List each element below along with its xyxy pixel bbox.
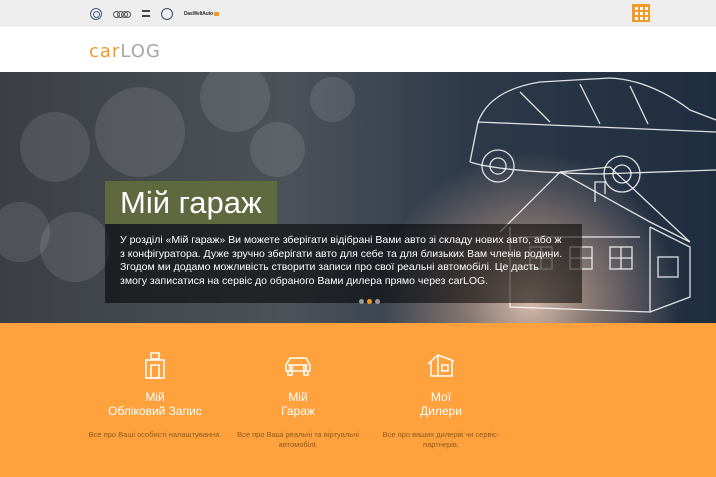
das-weltauto-logo-icon[interactable]: DasWeltAuto <box>184 7 219 21</box>
brand-bar: DasWeltAuto <box>0 0 716 27</box>
feature-my-account[interactable]: Мій Обліковий Запис Все про Ваші особист… <box>80 323 230 477</box>
feature-title: Мій Гараж <box>223 390 373 418</box>
skoda-logo-icon[interactable] <box>142 7 150 21</box>
hero-slider: Мій гараж У розділі «Мій гараж» Ви может… <box>0 72 716 323</box>
audi-logo-icon[interactable] <box>113 7 131 21</box>
bokeh-light <box>95 87 185 177</box>
features-section: Мій Обліковий Запис Все про Ваші особист… <box>0 323 716 477</box>
car-icon <box>285 357 311 376</box>
slider-dot-3[interactable] <box>375 299 380 304</box>
feature-description: Все про Ваші реальні та віртуальні автом… <box>237 430 359 449</box>
feature-title-line1: Мій <box>145 390 165 404</box>
feature-description: Все про ваших дилерів чи сервіс-партнері… <box>382 430 500 449</box>
slider-pagination <box>359 299 380 304</box>
feature-description: Все про Ваші особисті налаштування. <box>88 430 222 439</box>
brand-logos: DasWeltAuto <box>90 7 219 21</box>
feature-title-line2: Обліковий Запис <box>108 404 202 418</box>
site-header: carLOG <box>0 27 716 72</box>
feature-my-garage[interactable]: Мій Гараж Все про Ваші реальні та віртуа… <box>223 323 373 477</box>
grid-menu-icon[interactable] <box>632 4 650 22</box>
feature-title-line2: Дилери <box>420 404 462 418</box>
das-weltauto-text: DasWeltAuto <box>184 11 213 17</box>
person-id-icon <box>145 352 165 379</box>
vw-commercial-logo-icon[interactable] <box>161 7 173 21</box>
bokeh-light <box>200 72 270 132</box>
feature-title-line1: Мій <box>288 390 308 404</box>
bokeh-light <box>20 112 90 182</box>
feature-title: Мої Дилери <box>366 390 516 418</box>
house-icon <box>427 354 455 377</box>
carlog-logo[interactable]: carLOG <box>89 42 161 62</box>
hero-description: У розділі «Мій гараж» Ви можете зберігат… <box>105 224 582 303</box>
bokeh-light <box>40 212 110 282</box>
logo-part-car: car <box>89 41 121 62</box>
feature-my-dealers[interactable]: Мої Дилери Все про ваших дилерів чи серв… <box>366 323 516 477</box>
feature-title: Мій Обліковий Запис <box>80 390 230 418</box>
volkswagen-logo-icon[interactable] <box>90 7 102 21</box>
slider-dot-1[interactable] <box>359 299 364 304</box>
feature-title-line2: Гараж <box>281 404 315 418</box>
bokeh-light <box>250 122 305 177</box>
slider-dot-2[interactable] <box>367 299 372 304</box>
logo-part-log: LOG <box>120 41 161 62</box>
hero-title: Мій гараж <box>105 181 277 224</box>
feature-title-line1: Мої <box>430 390 452 404</box>
bokeh-light <box>310 77 355 122</box>
